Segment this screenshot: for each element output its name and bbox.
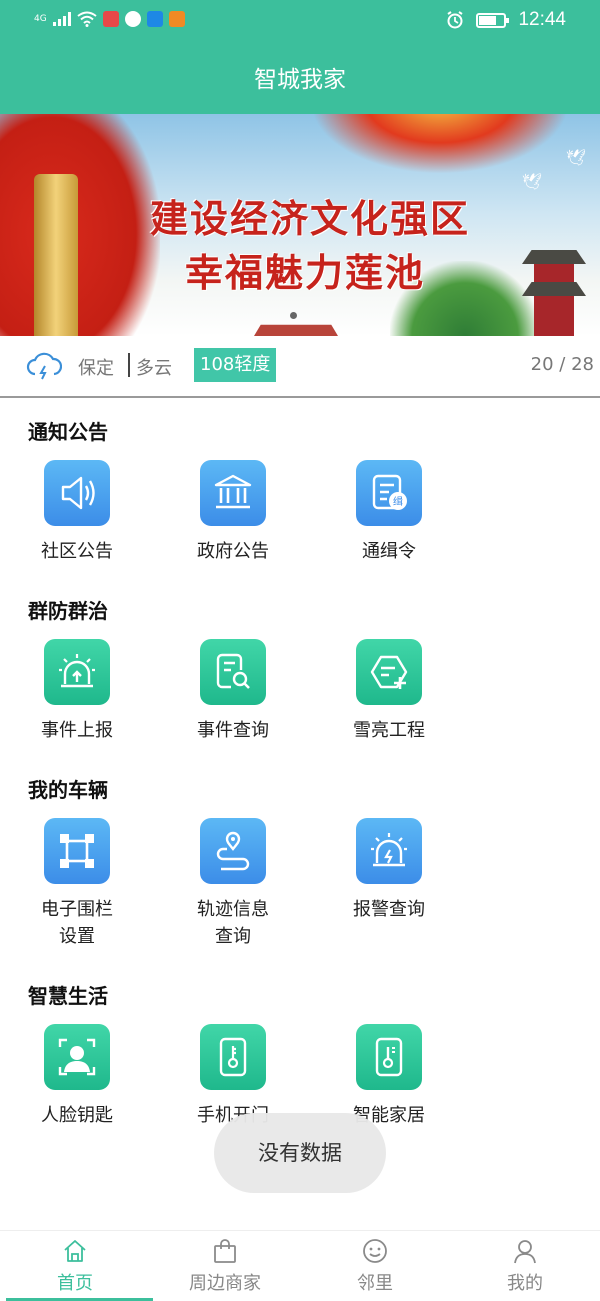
grid-item-label: 报警查询 — [353, 899, 425, 920]
toast-message: 没有数据 — [214, 1113, 386, 1193]
network-type: 4G — [34, 13, 47, 24]
section-title-notices: 通知公告 — [28, 420, 108, 444]
svg-text:缉: 缉 — [393, 496, 403, 508]
grid-item-track-query[interactable]: 轨迹信息 查询 — [168, 818, 298, 950]
tab-neighbors[interactable]: 邻里 — [300, 1231, 450, 1301]
clock: 12:44 — [518, 9, 566, 30]
banner-pager: 20 / 28 — [530, 354, 594, 375]
grid-item-event-report[interactable]: 事件上报 — [12, 639, 142, 744]
tab-nearby-merchants[interactable]: 周边商家 — [150, 1231, 300, 1301]
grid-item-label: 事件查询 — [197, 720, 269, 741]
top-bar: 4G 12:44 智城我家 — [0, 0, 600, 114]
tab-mine[interactable]: 我的 — [450, 1231, 600, 1301]
weather-info-row: 保定 多云 108轻度 20 / 28 — [0, 336, 600, 398]
grid-item-label: 人脸钥匙 — [41, 1105, 113, 1126]
app-screen: 4G 12:44 智城我家 🕊 🕊 建设经济文化强区 幸福魅力莲池 保定 多云 … — [0, 0, 600, 1301]
section-title-smart-life: 智慧生活 — [28, 984, 108, 1008]
air-quality-badge: 108轻度 — [194, 348, 277, 382]
grid-item-geofence-settings[interactable]: 电子围栏 设置 — [12, 818, 142, 950]
bottom-tab-bar: 首页 周边商家 邻里 我的 — [0, 1230, 600, 1301]
chat-app-icon — [124, 11, 141, 27]
tab-label: 我的 — [507, 1273, 543, 1294]
video-app-icon — [168, 11, 185, 27]
banner-decoration — [310, 114, 570, 174]
wifi-icon — [77, 11, 97, 27]
home-icon — [64, 1240, 86, 1262]
weather-condition: 多云 — [136, 358, 172, 379]
phone-key-icon — [200, 1024, 266, 1090]
alarm-report-icon — [44, 639, 110, 705]
person-icon — [514, 1240, 536, 1264]
grid-item-label: 雪亮工程 — [353, 720, 425, 741]
shield-add-icon — [356, 639, 422, 705]
banner-slogan-line2: 幸福魅力莲池 — [184, 250, 425, 295]
section-title-public-safety: 群防群治 — [28, 599, 108, 623]
alarm-icon — [447, 11, 464, 29]
divider — [128, 353, 130, 377]
wanted-notice-icon: 缉 — [356, 460, 422, 526]
browser-app-icon — [146, 11, 163, 27]
battery-icon — [476, 12, 510, 28]
grid-item-government-notice[interactable]: 政府公告 — [168, 460, 298, 565]
smile-icon — [363, 1239, 387, 1263]
tab-label: 邻里 — [357, 1273, 393, 1294]
dove-image: 🕊 — [566, 148, 587, 167]
phone-thermometer-icon — [356, 1024, 422, 1090]
route-pin-icon — [200, 818, 266, 884]
grid-item-label: 电子围栏 设置 — [41, 899, 113, 947]
face-scan-icon — [44, 1024, 110, 1090]
cloud-lightning-icon — [26, 352, 62, 380]
document-search-icon — [200, 639, 266, 705]
tab-home[interactable]: 首页 — [0, 1231, 153, 1301]
carousel-indicator — [290, 312, 297, 319]
government-building-icon — [200, 460, 266, 526]
status-right: 12:44 — [446, 9, 566, 31]
fence-icon — [44, 818, 110, 884]
grid-item-sharp-eyes-project[interactable]: 雪亮工程 — [324, 639, 454, 744]
status-bar: 4G 12:44 — [0, 0, 600, 42]
tab-label: 周边商家 — [189, 1273, 261, 1294]
grid-item-wanted-notice[interactable]: 缉 通缉令 — [324, 460, 454, 565]
grid-item-alarm-query[interactable]: 报警查询 — [324, 818, 454, 923]
grid-item-label: 通缉令 — [362, 541, 416, 562]
tab-label: 首页 — [57, 1273, 93, 1294]
grid-item-face-key[interactable]: 人脸钥匙 — [12, 1024, 142, 1129]
grid-item-label: 事件上报 — [41, 720, 113, 741]
gate-image — [254, 324, 338, 336]
alarm-light-icon — [356, 818, 422, 884]
grid-item-label: 轨迹信息 查询 — [197, 899, 269, 947]
signal-icon — [52, 12, 71, 26]
reader-app-icon — [102, 11, 119, 27]
section-title-my-vehicle: 我的车辆 — [28, 778, 108, 802]
speaker-icon — [44, 460, 110, 526]
banner-slogan-line1: 建设经济文化强区 — [149, 196, 470, 241]
city-name: 保定 — [78, 358, 114, 379]
status-left: 4G — [34, 11, 185, 27]
grid-item-event-query[interactable]: 事件查询 — [168, 639, 298, 744]
grid-item-label: 社区公告 — [41, 541, 113, 562]
grid-item-community-notice[interactable]: 社区公告 — [12, 460, 142, 565]
grid-item-label: 政府公告 — [197, 541, 269, 562]
page-title: 智城我家 — [254, 67, 346, 93]
shopping-bag-icon — [214, 1239, 236, 1263]
banner-carousel[interactable]: 🕊 🕊 建设经济文化强区 幸福魅力莲池 — [0, 114, 600, 336]
